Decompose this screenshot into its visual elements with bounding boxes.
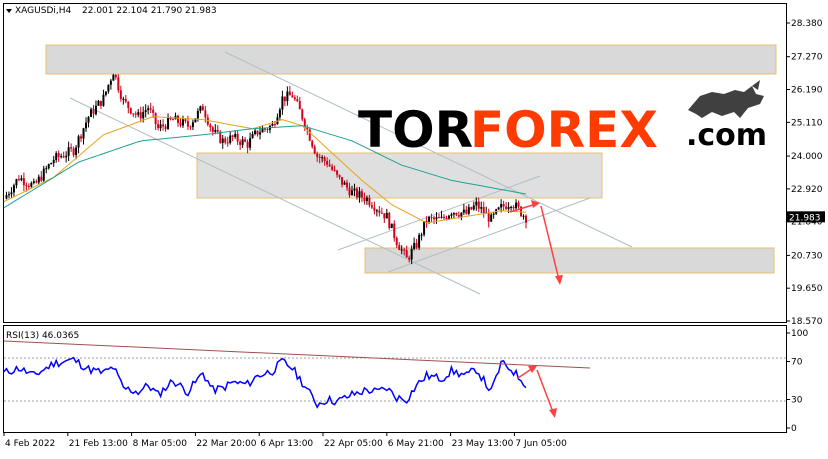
price-tick-label: 22.920 xyxy=(791,185,823,195)
last-price-label: 21.983 xyxy=(789,213,821,223)
price-tick-label: 24.000 xyxy=(791,152,823,162)
price-tick-label: 26.190 xyxy=(791,86,823,96)
logo-text-com: .com xyxy=(686,118,767,153)
chart-window: TOR FOREX .com 28.380 27.270 26.190 25.110 2… xyxy=(0,0,828,455)
time-tick-label: 4 Feb 2022 xyxy=(5,439,55,449)
symbol-label: XAGUSDi,H4 xyxy=(15,6,71,16)
rsi-axis: 100 70 30 0 xyxy=(786,329,808,434)
price-tick-label: 20.730 xyxy=(791,251,823,261)
rsi-title: RSI(13) 46.0365 xyxy=(6,331,79,341)
logo-text-tor: TOR xyxy=(358,101,473,159)
time-axis: 4 Feb 2022 21 Feb 13:00 8 Mar 05:00 22 Mar … xyxy=(3,432,567,449)
rsi-tick-label: 70 xyxy=(791,358,803,368)
time-tick-label: 21 Feb 13:00 xyxy=(69,439,128,449)
chart-header: XAGUSDi,H4 22.001 22.104 21.790 21.983 xyxy=(6,6,217,16)
zone-middle xyxy=(196,152,603,199)
price-tick-label: 18.570 xyxy=(791,317,823,327)
rsi-tick-label: 30 xyxy=(791,396,803,406)
candle xyxy=(112,73,115,81)
time-tick-label: 22 Apr 05:00 xyxy=(324,439,383,449)
support-zone-bottom xyxy=(364,247,775,274)
rsi-tick-label: 0 xyxy=(791,424,797,434)
last-price-tag: 21.983 xyxy=(787,211,825,223)
resistance-zone-top xyxy=(45,44,777,75)
price-tick-label: 25.110 xyxy=(791,118,823,128)
candle xyxy=(390,223,393,229)
price-tick-label: 19.650 xyxy=(791,284,823,294)
time-tick-label: 22 Mar 20:00 xyxy=(196,439,256,449)
ohlc-values: 22.001 22.104 21.790 21.983 xyxy=(82,6,217,16)
candle xyxy=(423,221,426,237)
time-tick-label: 8 Mar 05:00 xyxy=(133,439,188,449)
time-tick-label: 23 May 13:00 xyxy=(452,439,514,449)
time-tick-label: 6 May 21:00 xyxy=(388,439,444,449)
price-axis: 28.38027.27026.19025.11024.00022.92021.8… xyxy=(786,19,823,327)
price-tick-label: 28.380 xyxy=(791,19,823,29)
chart-svg: TOR FOREX .com 28.380 27.270 26.190 25.110 2… xyxy=(3,3,825,449)
price-tick-label: 27.270 xyxy=(791,53,823,63)
time-tick-label: 7 Jun 05:00 xyxy=(515,439,567,449)
logo-text-forex: FOREX xyxy=(470,101,658,159)
candle xyxy=(388,211,391,230)
time-tick-label: 6 Apr 13:00 xyxy=(260,439,313,449)
rsi-tick-label: 100 xyxy=(791,329,808,339)
candle xyxy=(418,232,421,250)
